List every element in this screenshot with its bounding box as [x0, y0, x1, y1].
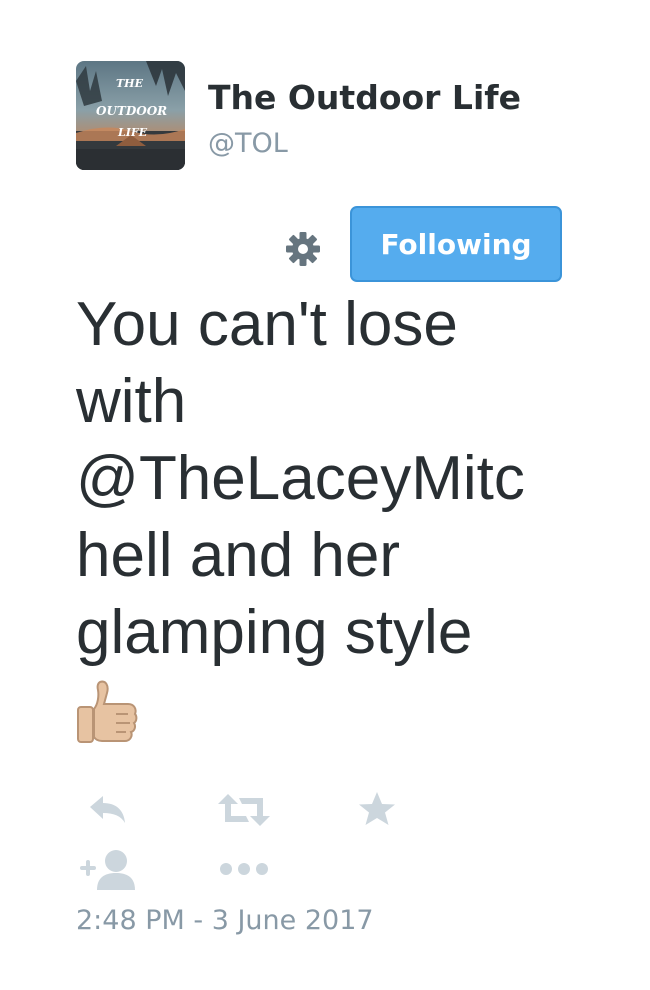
retweet-icon[interactable]: [218, 794, 270, 826]
tweet-line: You can't lose: [76, 290, 458, 359]
tweet-timestamp[interactable]: 2:48 PM - 3 June 2017: [76, 905, 374, 936]
avatar-text-the: THE: [116, 77, 144, 90]
thumbs-up-emoji: [76, 678, 140, 746]
tweet-mention-line[interactable]: @TheLaceyMitc: [76, 440, 596, 517]
tweet-text: You can't lose with @TheLaceyMitc hell a…: [76, 286, 596, 671]
reply-icon[interactable]: [88, 795, 128, 825]
user-handle[interactable]: @TOL: [208, 128, 288, 159]
display-name[interactable]: The Outdoor Life: [208, 78, 521, 117]
more-icon[interactable]: [219, 861, 269, 877]
follow-user-icon[interactable]: [80, 848, 138, 890]
avatar[interactable]: THE OUTDOOR LIFE: [76, 61, 185, 170]
tweet-line: glamping style: [76, 598, 473, 667]
avatar-text-life: LIFE: [117, 126, 148, 139]
avatar-text-outdoor: OUTDOOR: [96, 104, 167, 118]
gear-icon[interactable]: [284, 230, 322, 268]
tweet-line: with: [76, 367, 187, 436]
favorite-icon[interactable]: [358, 791, 396, 827]
tweet-mention-line[interactable]: hell and her: [76, 517, 596, 594]
following-button[interactable]: Following: [350, 206, 562, 282]
